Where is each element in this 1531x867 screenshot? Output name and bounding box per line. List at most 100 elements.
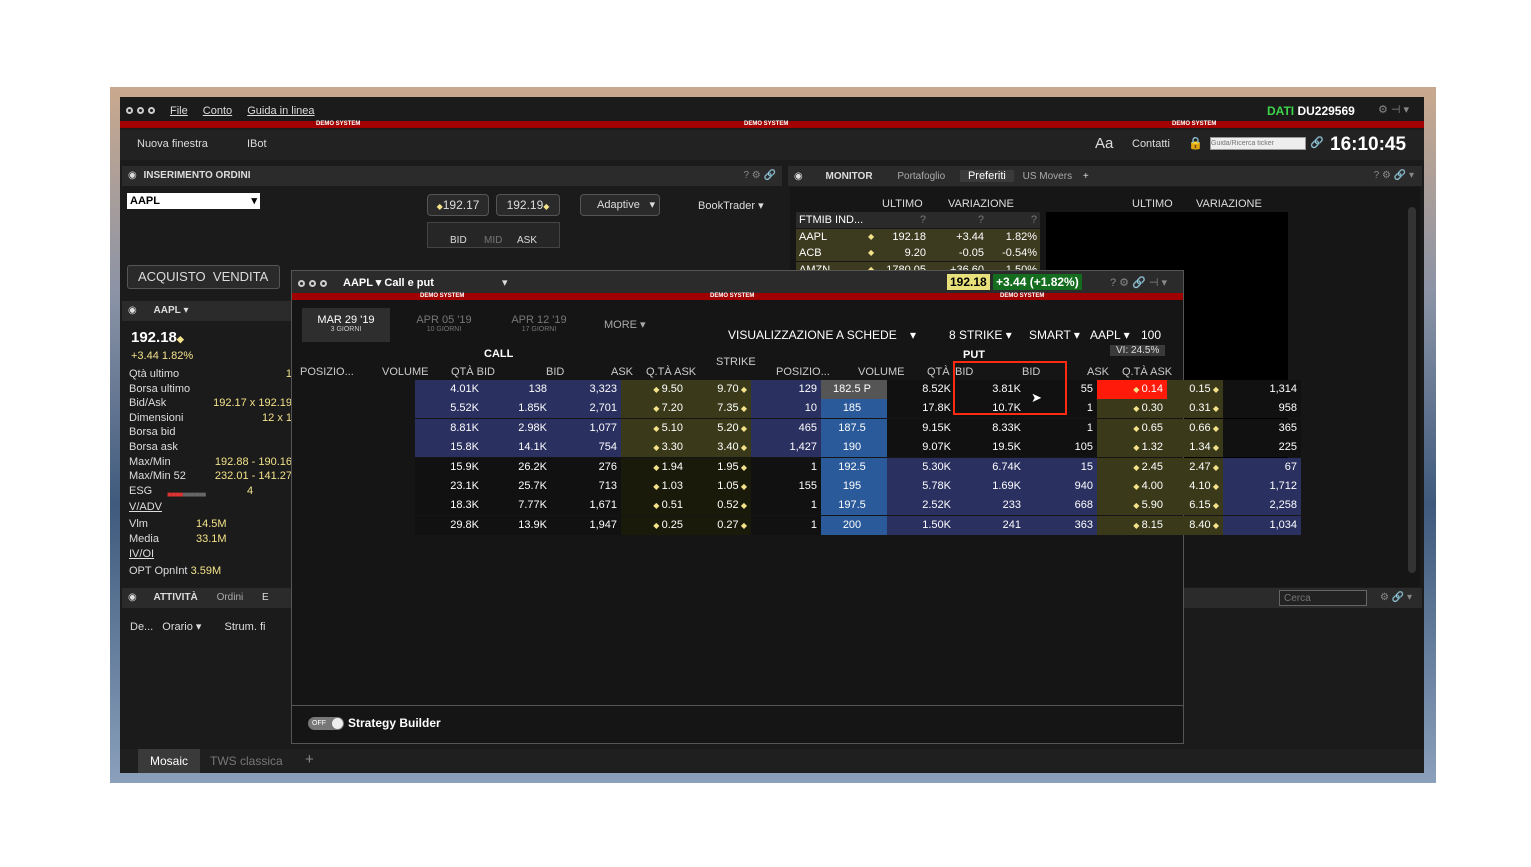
option-cell-pvol[interactable]: 241 [955,515,1025,535]
option-cell-ppos[interactable]: 5.30K [887,457,955,477]
option-cell-cbid[interactable]: ◆ 0.51 [621,496,687,516]
exchange-select[interactable]: SMART ▾ [1029,328,1080,342]
underlying-select[interactable]: AAPL ▾ [1090,328,1130,342]
ibot-button[interactable]: IBot [247,138,267,150]
option-cell-cqb[interactable]: 713 [551,477,621,496]
option-row[interactable]: 5.52K 1.85K 2,701 ◆ 7.20 7.35 ◆ 10 185 17.8K 10.… [415,399,1301,419]
option-cell-pask[interactable]: 8.40 ◆ [1167,515,1223,535]
price-slider[interactable]: BID MID ASK [427,222,560,248]
option-cell-pask[interactable]: 2.47 ◆ [1167,457,1223,477]
option-cell-strike[interactable]: 197.5 [821,496,887,516]
option-cell-cqb[interactable]: 276 [551,457,621,477]
option-cell-pask[interactable]: 6.15 ◆ [1167,496,1223,516]
option-cell-cask[interactable]: 3.40 ◆ [687,438,751,458]
col-strumento[interactable]: Strum. fi [225,621,266,633]
ask-price-button[interactable]: 192.19◆ [496,194,560,216]
option-cell-cvol[interactable]: 7.77K [483,496,551,516]
contatti-button[interactable]: Contatti [1132,138,1170,150]
option-cell-cask[interactable]: 7.35 ◆ [687,399,751,419]
option-cell-cvol[interactable]: 26.2K [483,457,551,477]
option-cell-pqb[interactable]: 1 [1025,418,1097,438]
option-cell-pqa[interactable]: 1,314 [1223,380,1301,399]
chevron-down-icon[interactable]: ▾ [502,276,508,289]
option-cell-pbid[interactable]: ◆ 0.30 [1097,399,1167,419]
symbol-select[interactable]: AAPL ▾ [127,193,260,209]
option-cell-cqa[interactable]: 129 [751,380,821,399]
link-icon[interactable]: 🔗 [1310,136,1324,149]
option-cell-pask[interactable]: 0.66 ◆ [1167,418,1223,438]
monitor-row[interactable]: AAPL ◆ 192.18 +3.44 1.82% [796,228,1040,245]
option-cell-cpos[interactable]: 5.52K [415,399,483,419]
option-settings-icon[interactable]: ? ⚙ 🔗 ⊣ ▾ [1110,276,1167,289]
option-cell-cask[interactable]: 1.95 ◆ [687,457,751,477]
option-cell-cvol[interactable]: 138 [483,380,551,399]
tab-us-movers[interactable]: US Movers [1023,171,1072,182]
option-cell-cpos[interactable]: 29.8K [415,515,483,535]
menu-file[interactable]: File [170,105,188,117]
window-settings-icon[interactable]: ⚙ ⊣ ▾ [1378,103,1409,116]
tab-preferiti[interactable]: Preferiti [959,170,1014,182]
option-cell-cask[interactable]: 1.05 ◆ [687,477,751,496]
option-cell-cbid[interactable]: ◆ 3.30 [621,438,687,458]
more-expiries-button[interactable]: MORE ▾ [604,318,646,331]
option-cell-cbid[interactable]: ◆ 1.03 [621,477,687,496]
option-cell-cqb[interactable]: 754 [551,438,621,458]
option-cell-cask[interactable]: 0.52 ◆ [687,496,751,516]
option-cell-cask[interactable]: 9.70 ◆ [687,380,751,399]
hdr-put-pos[interactable]: POSIZIO... [776,366,830,378]
option-cell-pqb[interactable]: 15 [1025,457,1097,477]
option-cell-strike[interactable]: 190 [821,438,887,458]
option-window-controls[interactable] [298,278,331,290]
option-cell-pvol[interactable]: 6.74K [955,457,1025,477]
option-cell-cqb[interactable]: 2,701 [551,399,621,419]
window-controls[interactable] [126,105,159,117]
col-de[interactable]: De... [130,621,153,633]
ivoi-label[interactable]: IV/OI [129,548,154,560]
tab-portafoglio[interactable]: Portafoglio [897,171,945,182]
font-size-button[interactable]: Aa [1095,135,1113,152]
bid-price-button[interactable]: ◆192.17 [427,194,489,216]
option-cell-pqb[interactable]: 940 [1025,477,1097,496]
tab-e[interactable]: E [262,592,269,603]
quote-symbol[interactable]: AAPL [154,305,181,316]
option-cell-cvol[interactable]: 2.98K [483,418,551,438]
col-orario[interactable]: Orario [162,621,193,633]
option-cell-pqa[interactable]: 2,258 [1223,496,1301,516]
option-row[interactable]: 29.8K 13.9K 1,947 ◆ 0.25 0.27 ◆ 1 200 1.50K 241 3… [415,515,1301,535]
option-cell-cqb[interactable]: 1,947 [551,515,621,535]
option-cell-pvol[interactable]: 19.5K [955,438,1025,458]
acquisto-button[interactable]: ACQUISTO [138,269,206,284]
option-cell-strike[interactable]: 200 [821,515,887,535]
option-cell-pbid[interactable]: ◆ 2.45 [1097,457,1167,477]
option-cell-cqb[interactable]: 1,671 [551,496,621,516]
menu-guida[interactable]: Guida in linea [247,105,314,117]
hdr-call-pos[interactable]: POSIZIO... [300,366,354,378]
panel-help-icon[interactable]: ? ⚙ 🔗 ▾ [1374,166,1414,186]
option-row[interactable]: 23.1K 25.7K 713 ◆ 1.03 1.05 ◆ 155 195 5.78K 1.69… [415,477,1301,496]
option-cell-cqb[interactable]: 3,323 [551,380,621,399]
option-cell-strike[interactable]: 185 [821,399,887,419]
option-cell-ppos[interactable]: 5.78K [887,477,955,496]
option-cell-pqb[interactable]: 105 [1025,438,1097,458]
option-cell-cqa[interactable]: 465 [751,418,821,438]
option-cell-cqa[interactable]: 1 [751,496,821,516]
option-cell-cqa[interactable]: 1 [751,515,821,535]
menu-conto[interactable]: Conto [203,105,232,117]
option-row[interactable]: 15.9K 26.2K 276 ◆ 1.94 1.95 ◆ 1 192.5 5.30K 6.74… [415,457,1301,477]
algo-select[interactable]: Adaptive ▾ [580,194,660,216]
option-cell-pqb[interactable]: 668 [1025,496,1097,516]
add-layout-icon[interactable]: + [305,751,314,768]
option-cell-pask[interactable]: 4.10 ◆ [1167,477,1223,496]
view-mode-select[interactable]: VISUALIZZAZIONE A SCHEDE ▾ [728,328,916,342]
option-cell-ppos[interactable]: 9.15K [887,418,955,438]
monitor-row[interactable]: ACB ◆ 9.20 -0.05 -0.54% [796,245,1040,261]
activity-title[interactable]: ATTIVITÀ [154,592,198,603]
option-cell-cask[interactable]: 5.20 ◆ [687,418,751,438]
hdr-call-ask[interactable]: ASK [611,366,633,378]
strategy-builder-toggle[interactable]: OFF [308,717,344,730]
option-cell-pqa[interactable]: 67 [1223,457,1301,477]
booktrader-button[interactable]: BookTrader ▾ [698,199,764,212]
option-cell-pqa[interactable]: 1,034 [1223,515,1301,535]
option-cell-ppos[interactable]: 2.52K [887,496,955,516]
option-cell-cqa[interactable]: 1,427 [751,438,821,458]
